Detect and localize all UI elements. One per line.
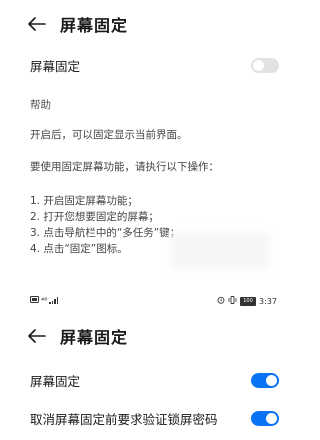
help-step: 3. 点击导航栏中的“多任务”键； (30, 227, 181, 239)
network-type-label: ⁴⁶ (41, 296, 48, 305)
back-arrow-icon[interactable] (26, 13, 48, 35)
screen-pinning-toggle[interactable] (251, 57, 279, 73)
help-instructions-intro: 要使用固定屏幕功能，请执行以下操作： (30, 161, 219, 173)
top-header: 屏幕固定 (0, 2, 299, 46)
page-title: 屏幕固定 (60, 16, 129, 35)
bottom-header: 屏幕固定 (0, 314, 299, 358)
setting-row-require-lock-password[interactable]: 取消屏幕固定前要求验证锁屏密码 (0, 403, 299, 433)
setting-label: 取消屏幕固定前要求验证锁屏密码 (30, 411, 218, 427)
status-left: ⁴⁶ (30, 296, 59, 305)
battery-icon: 100 (240, 296, 257, 306)
battery-level: 100 (240, 296, 257, 306)
setting-label: 屏幕固定 (30, 58, 81, 74)
help-description: 开启后，可以固定显示当前界面。 (30, 129, 188, 141)
back-arrow-icon[interactable] (26, 325, 48, 347)
signal-strength-icon (49, 297, 59, 304)
sim-icon (30, 296, 39, 305)
clock: 3:37 (259, 296, 277, 306)
toggle-knob (266, 412, 277, 424)
status-right: 100 3:37 (217, 296, 277, 306)
help-heading: 帮助 (30, 99, 51, 111)
vibrate-icon (228, 296, 237, 306)
help-step: 2. 打开您想要固定的屏幕； (30, 211, 159, 223)
blurred-region (170, 232, 270, 270)
screen-pinning-toggle[interactable] (251, 372, 279, 388)
status-bar: ⁴⁶ 100 3:37 (0, 292, 299, 310)
alarm-icon (217, 296, 225, 306)
setting-label: 屏幕固定 (30, 373, 81, 389)
page-title: 屏幕固定 (60, 328, 129, 347)
toggle-knob (253, 59, 264, 71)
require-password-toggle[interactable] (251, 410, 279, 426)
help-step: 1. 开启固定屏幕功能； (30, 195, 138, 207)
setting-row-screen-pinning[interactable]: 屏幕固定 (0, 365, 299, 395)
setting-row-screen-pinning[interactable]: 屏幕固定 (0, 50, 299, 80)
help-step: 4. 点击“固定”图标。 (30, 243, 128, 255)
toggle-knob (266, 374, 277, 386)
